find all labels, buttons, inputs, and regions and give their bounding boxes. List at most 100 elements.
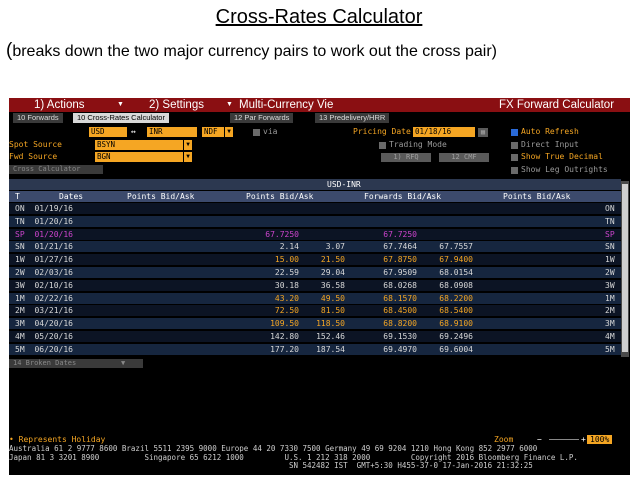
table-row[interactable]: 3W 02/10/16 30.18 36.58 68.0268 68.0908 3W [9, 279, 621, 291]
pricing-date-field[interactable]: 01/18/16 [413, 127, 475, 137]
menu-fx-forward-calculator: FX Forward Calculator [499, 99, 615, 111]
row-tenor: SN [15, 242, 25, 252]
row-points-ask: 187.54 [316, 344, 345, 354]
trading-mode-label: Trading Mode [389, 140, 447, 149]
chevron-down-icon[interactable]: ▼ [184, 152, 192, 162]
broken-dates-label: 14 Broken Dates [13, 359, 77, 367]
grid-scrollbar[interactable] [621, 181, 629, 357]
show-true-decimal-checkbox[interactable] [511, 154, 518, 161]
chevron-down-icon[interactable]: ▼ [226, 101, 233, 108]
fwd-source-label: Fwd Source [9, 152, 58, 161]
row-tenor-right: 1W [605, 255, 615, 265]
row-forward-ask: 67.9400 [439, 255, 473, 265]
row-tenor: ON [15, 204, 25, 213]
trading-mode-checkbox[interactable] [379, 142, 386, 149]
row-points-ask: 49.50 [320, 293, 345, 303]
chevron-down-icon[interactable]: ▼ [121, 359, 125, 368]
row-points-ask: 152.46 [316, 332, 345, 341]
row-points-bid: 30.18 [274, 280, 299, 290]
cross-calculator-tab[interactable]: Cross Calculator [9, 165, 103, 174]
row-date: 02/03/16 [34, 268, 73, 277]
row-tenor: 2M [15, 306, 25, 316]
zoom-out-button[interactable]: − [537, 435, 542, 444]
table-row[interactable]: 3M 04/20/16 109.50 118.50 68.8200 68.9100 3M [9, 318, 621, 330]
table-row[interactable]: 1M 02/22/16 43.20 49.50 68.1570 68.2200 1M [9, 292, 621, 304]
table-row[interactable]: 4M 05/20/16 142.80 152.46 69.1530 69.2496 4M [9, 331, 621, 342]
table-row[interactable]: SP 01/20/16 67.7250 67.7250 SP [9, 228, 621, 240]
row-date: 01/21/16 [34, 242, 73, 252]
table-row[interactable]: 2W 02/03/16 22.59 29.04 67.9509 68.0154 2W [9, 267, 621, 278]
fwd-source-field[interactable]: BGN [95, 152, 183, 162]
show-true-decimal-label: Show True Decimal [521, 152, 603, 161]
row-points-bid: 177.20 [270, 344, 299, 354]
row-points-bid: 109.50 [270, 319, 299, 329]
row-forward-bid: 67.7250 [383, 229, 417, 239]
tab-cross-rates-calculator[interactable]: 10 Cross-Rates Calculator [73, 113, 169, 123]
spot-source-field[interactable]: BSYN [95, 140, 183, 150]
rfq-button[interactable]: 1) RFQ [381, 153, 431, 162]
row-tenor-right: ON [605, 204, 615, 213]
row-forward-bid: 68.4500 [383, 306, 417, 316]
via-label: via [263, 127, 278, 136]
cmf-button[interactable]: 12 CMF [439, 153, 489, 162]
menu-multicurrency[interactable]: Multi-Currency Vie [239, 99, 333, 111]
bloomberg-terminal: 1) Actions ▼ 2) Settings ▼ Multi-Currenc… [9, 98, 630, 475]
row-points-ask: 21.50 [320, 255, 345, 265]
row-date: 01/20/16 [34, 216, 73, 226]
zoom-in-button[interactable]: + [581, 435, 586, 444]
table-row[interactable]: ON 01/19/16 ON [9, 203, 621, 214]
row-tenor-right: 1M [605, 293, 615, 303]
broken-dates-bar[interactable]: 14 Broken Dates ▼ [9, 359, 143, 368]
tab-par-forwards[interactable]: 12 Par Forwards [230, 113, 294, 123]
row-tenor: 1W [15, 255, 25, 265]
scrollbar-thumb[interactable] [622, 184, 628, 352]
row-tenor: TN [15, 216, 25, 226]
slide-subtitle: (breaks down the two major currency pair… [6, 40, 636, 62]
swap-arrows-icon[interactable]: ↔ [131, 127, 136, 137]
row-forward-bid: 67.8750 [383, 255, 417, 265]
footer-status: • Represents Holiday Zoom − + 100% [9, 435, 630, 444]
chevron-down-icon[interactable]: ▼ [225, 127, 233, 137]
show-leg-outrights-checkbox[interactable] [511, 167, 518, 174]
row-date: 01/19/16 [34, 204, 73, 213]
zoom-value[interactable]: 100% [587, 435, 613, 444]
col-tenor: T [15, 192, 20, 201]
row-tenor-right: 4M [605, 332, 615, 341]
menu-settings[interactable]: 2) Settings [149, 99, 204, 111]
represents-holiday: • Represents Holiday [9, 435, 106, 444]
row-date: 05/20/16 [34, 332, 73, 341]
table-row[interactable]: 1W 01/27/16 15.00 21.50 67.8750 67.9400 1W [9, 254, 621, 266]
subtitle-text: breaks down the two major currency pairs… [12, 43, 497, 60]
ndf-field[interactable]: NDF [202, 127, 224, 137]
table-row[interactable]: SN 01/21/16 2.14 3.07 67.7464 67.7557 SN [9, 241, 621, 253]
row-forward-bid: 69.1530 [383, 332, 417, 341]
chevron-down-icon[interactable]: ▼ [117, 101, 124, 108]
row-date: 01/20/16 [34, 229, 73, 239]
table-row[interactable]: TN 01/20/16 TN [9, 215, 621, 227]
table-row[interactable]: 2M 03/21/16 72.50 81.50 68.4500 68.5400 2M [9, 305, 621, 317]
row-tenor-right: 2W [605, 268, 615, 277]
row-tenor: 3W [15, 280, 25, 290]
menu-actions[interactable]: 1) Actions [34, 99, 85, 111]
row-points-ask: 3.07 [325, 242, 345, 252]
quote-currency-field[interactable]: INR [147, 127, 197, 137]
row-forward-ask: 68.0908 [439, 280, 473, 290]
table-row[interactable]: 5M 06/20/16 177.20 187.54 69.4970 69.6004 5M [9, 343, 621, 355]
pair-header-row: USD-INR [9, 179, 621, 190]
footer-contacts: Australia 61 2 9777 8600 Brazil 5511 239… [9, 444, 630, 471]
row-date: 06/20/16 [34, 344, 73, 354]
auto-refresh-checkbox[interactable] [511, 129, 518, 136]
row-forward-ask: 68.0154 [439, 268, 473, 277]
base-currency-field[interactable]: USD [89, 127, 127, 137]
chevron-down-icon[interactable]: ▼ [184, 140, 192, 150]
calendar-icon[interactable]: ▦ [478, 128, 488, 137]
tab-predelivery[interactable]: 13 Predelivery/HRR [315, 113, 390, 123]
zoom-slider[interactable] [549, 439, 579, 440]
row-tenor-right: SN [605, 242, 615, 252]
tab-bar: 10 Forwards 10 Cross-Rates Calculator 12… [9, 113, 630, 123]
direct-input-checkbox[interactable] [511, 142, 518, 149]
via-checkbox[interactable] [253, 129, 260, 136]
row-tenor-right: TN [605, 216, 615, 226]
row-forward-ask: 69.2496 [439, 332, 473, 341]
tab-forwards[interactable]: 10 Forwards [13, 113, 63, 123]
